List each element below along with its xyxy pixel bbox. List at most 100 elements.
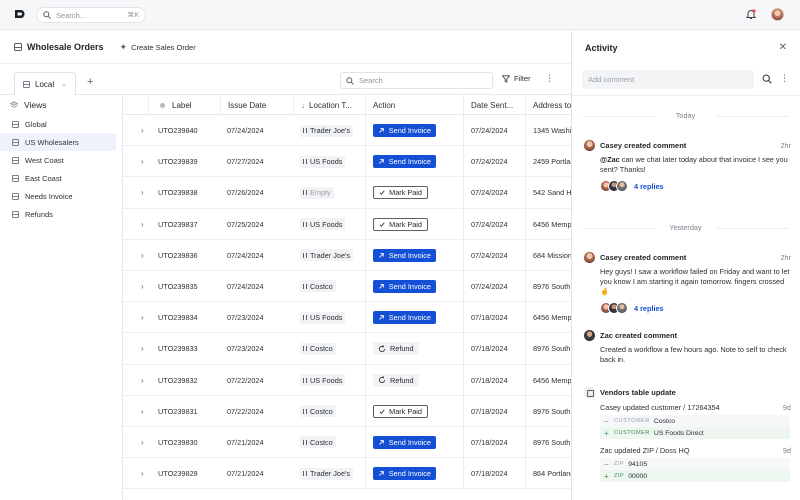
add-tab-button[interactable]: +: [87, 77, 93, 88]
column-issue-date-text: Issue Date: [228, 100, 267, 110]
location-tag[interactable]: Empty: [300, 186, 334, 199]
location-tag[interactable]: Costco: [300, 436, 336, 449]
row-action-button[interactable]: Send Invoice: [373, 467, 436, 481]
bell-icon[interactable]: [745, 8, 757, 20]
column-date-sent[interactable]: Date Sent...: [463, 95, 525, 115]
row-label: UTO239832: [158, 375, 198, 385]
tab-local[interactable]: Local ⌄: [14, 72, 76, 95]
table-row[interactable]: › UTO239832 07/22/2024 US Foods Refund 07/18/…: [123, 364, 571, 396]
expand-row-icon[interactable]: ›: [130, 188, 144, 197]
row-action-button[interactable]: Send Invoice: [373, 248, 436, 262]
sidebar-view-item[interactable]: US Wholesalers: [0, 133, 116, 151]
column-location-type[interactable]: ↓ Location T...: [293, 95, 365, 115]
table-row[interactable]: › UTO239834 07/23/2024 US Foods Send Invoice…: [123, 302, 571, 334]
diff-key: CUSTOMER: [614, 418, 650, 424]
expand-row-icon[interactable]: ›: [130, 313, 144, 322]
row-action-label: Send Invoice: [388, 469, 431, 479]
column-address[interactable]: Address to: [525, 95, 571, 115]
entry-header: Casey created comment 2hr: [584, 251, 791, 263]
expand-row-icon[interactable]: ›: [130, 469, 144, 478]
location-tag[interactable]: Costco: [300, 280, 336, 293]
row-label: UTO239838: [158, 188, 198, 198]
sidebar-view-item[interactable]: Needs Invoice: [0, 187, 116, 205]
row-label: UTO239837: [158, 219, 198, 229]
row-action-button[interactable]: Send Invoice: [373, 311, 436, 325]
global-search-input[interactable]: Search... ⌘K: [36, 7, 146, 23]
row-action-button[interactable]: Mark Paid: [373, 217, 428, 231]
expand-row-icon[interactable]: ›: [130, 344, 144, 353]
row-label: UTO239840: [158, 126, 198, 135]
row-date-sent: 07/24/2024: [471, 219, 508, 229]
table-row[interactable]: › UTO239839 07/27/2024 US Foods Send Invoice…: [123, 146, 571, 178]
user-avatar[interactable]: [771, 8, 784, 21]
diff-key: ZIP: [614, 461, 625, 467]
add-comment-input[interactable]: Add comment: [582, 70, 754, 89]
row-action-button[interactable]: Send Invoice: [373, 124, 436, 137]
replies-link[interactable]: 4 replies: [600, 302, 791, 314]
location-tag[interactable]: US Foods: [300, 311, 346, 324]
sidebar-view-item[interactable]: Global: [0, 115, 116, 133]
location-tag[interactable]: US Foods: [300, 218, 346, 231]
expand-row-icon[interactable]: ›: [130, 376, 144, 385]
activity-entry: Zac created comment Created a workflow a…: [584, 329, 791, 365]
expand-row-icon[interactable]: ›: [130, 220, 144, 229]
row-issue-date: 07/22/2024: [227, 375, 264, 385]
location-tag[interactable]: Trader Joe's: [300, 124, 354, 137]
activity-more-icon[interactable]: ⋮: [780, 73, 789, 84]
plus-icon: +: [604, 471, 609, 481]
table-row[interactable]: › UTO239833 07/23/2024 Costco Refund 07/18/20…: [123, 333, 571, 365]
filter-button[interactable]: Filter: [502, 74, 531, 83]
column-location-type-text: Location T...: [309, 100, 352, 110]
table-row[interactable]: › UTO239831 07/22/2024 Costco Mark Paid 07/18…: [123, 395, 571, 427]
column-action[interactable]: Action: [365, 95, 463, 115]
table-icon: [584, 386, 595, 398]
table-row[interactable]: › UTO239840 07/24/2024 Trader Joe's Send Inv…: [123, 115, 571, 147]
row-action-button[interactable]: Mark Paid: [373, 404, 428, 418]
row-action-button[interactable]: Send Invoice: [373, 279, 436, 293]
expand-row-icon[interactable]: ›: [130, 407, 144, 416]
row-address: 542 Sand Hi: [533, 188, 571, 198]
sidebar-view-item[interactable]: East Coast: [0, 169, 116, 187]
row-issue-date: 07/26/2024: [227, 188, 264, 198]
table-search-input[interactable]: Search: [340, 72, 493, 89]
location-tag[interactable]: US Foods: [300, 155, 346, 168]
activity-title: Activity: [585, 42, 618, 53]
app-logo-icon[interactable]: [14, 8, 26, 20]
row-action-button[interactable]: Send Invoice: [373, 155, 436, 169]
row-action-button[interactable]: Refund: [373, 342, 419, 356]
location-tag[interactable]: Costco: [300, 342, 336, 355]
expand-row-icon[interactable]: ›: [130, 282, 144, 291]
column-label[interactable]: Label: [148, 95, 220, 115]
row-issue-date: 07/23/2024: [227, 344, 264, 354]
table-row[interactable]: › UTO239835 07/24/2024 Costco Send Invoice 07…: [123, 270, 571, 303]
table-row[interactable]: › UTO239830 07/21/2024 Costco Send Invoice 07…: [123, 426, 571, 459]
expand-row-icon[interactable]: ›: [130, 438, 144, 447]
search-icon[interactable]: [762, 74, 772, 84]
table-row[interactable]: › UTO239837 07/25/2024 US Foods Mark Paid 07/…: [123, 208, 571, 240]
location-tag[interactable]: Trader Joe's: [300, 467, 354, 480]
location-tag[interactable]: Trader Joe's: [300, 249, 354, 262]
row-action-button[interactable]: Refund: [373, 373, 419, 387]
column-issue-date[interactable]: Issue Date: [220, 95, 293, 115]
row-action-button[interactable]: Mark Paid: [373, 186, 428, 200]
table-row[interactable]: › UTO239838 07/26/2024 Empty Mark Paid 07/24/…: [123, 177, 571, 209]
row-action-button[interactable]: Send Invoice: [373, 435, 436, 449]
table-row[interactable]: › UTO239836 07/24/2024 Trader Joe's Send Inv…: [123, 239, 571, 271]
close-icon[interactable]: ✕: [779, 42, 787, 53]
expand-row-icon[interactable]: ›: [130, 126, 144, 135]
page-title: Wholesale Orders: [27, 42, 104, 52]
create-sales-order-button[interactable]: ✦ Create Sales Order: [120, 42, 196, 53]
location-tag[interactable]: Costco: [300, 405, 336, 418]
expand-row-icon[interactable]: ›: [130, 251, 144, 260]
arrow-up-right-icon: [379, 252, 384, 258]
mention[interactable]: @Zac: [600, 155, 620, 164]
replies-link[interactable]: 4 replies: [600, 180, 791, 192]
grip-icon: [303, 190, 307, 196]
expand-row-icon[interactable]: ›: [130, 157, 144, 166]
sidebar-view-item[interactable]: Refunds: [0, 205, 116, 223]
location-tag-label: US Foods: [310, 157, 343, 167]
more-options-icon[interactable]: ⋮: [545, 74, 554, 83]
sidebar-view-item[interactable]: West Coast: [0, 151, 116, 169]
table-row[interactable]: › UTO239829 07/21/2024 Trader Joe's Send Inv…: [123, 458, 571, 490]
location-tag[interactable]: US Foods: [300, 374, 346, 386]
